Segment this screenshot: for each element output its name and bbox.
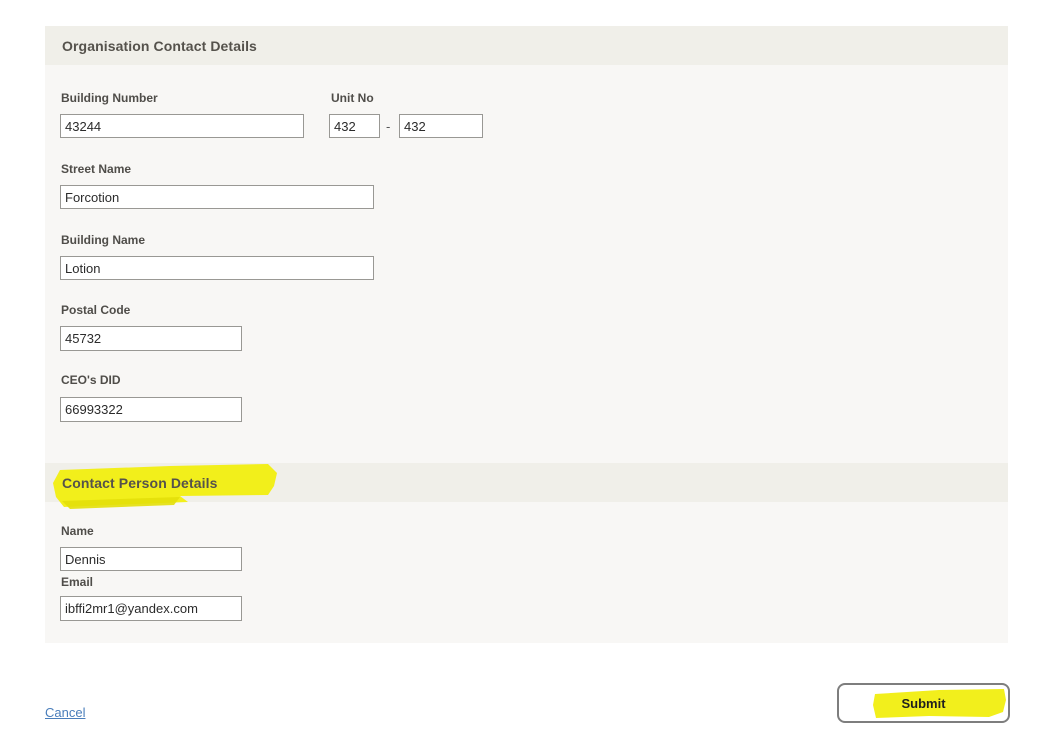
ceo-did-label: CEO's DID: [61, 373, 121, 387]
street-name-label: Street Name: [61, 162, 131, 176]
contact-email-input[interactable]: [60, 596, 242, 621]
submit-button-label: Submit: [839, 685, 1008, 721]
unit-no-input-2[interactable]: [399, 114, 483, 138]
unit-no-label: Unit No: [331, 91, 374, 105]
ceo-did-input[interactable]: [60, 397, 242, 422]
postal-code-input[interactable]: [60, 326, 242, 351]
submit-button[interactable]: Submit: [837, 683, 1010, 723]
section-header-organisation: Organisation Contact Details: [45, 26, 1008, 65]
unit-no-separator: -: [386, 119, 390, 134]
building-name-input[interactable]: [60, 256, 374, 280]
postal-code-label: Postal Code: [61, 303, 130, 317]
building-number-label: Building Number: [61, 91, 158, 105]
section-title-organisation: Organisation Contact Details: [62, 38, 257, 54]
cancel-link[interactable]: Cancel: [45, 705, 85, 720]
section-title-contact-person: Contact Person Details: [62, 475, 217, 491]
building-name-label: Building Name: [61, 233, 145, 247]
contact-name-input[interactable]: [60, 547, 242, 571]
unit-no-input-1[interactable]: [329, 114, 380, 138]
contact-name-label: Name: [61, 524, 94, 538]
building-number-input[interactable]: [60, 114, 304, 138]
contact-email-label: Email: [61, 575, 93, 589]
street-name-input[interactable]: [60, 185, 374, 209]
section-header-contact-person: Contact Person Details: [45, 463, 1008, 502]
